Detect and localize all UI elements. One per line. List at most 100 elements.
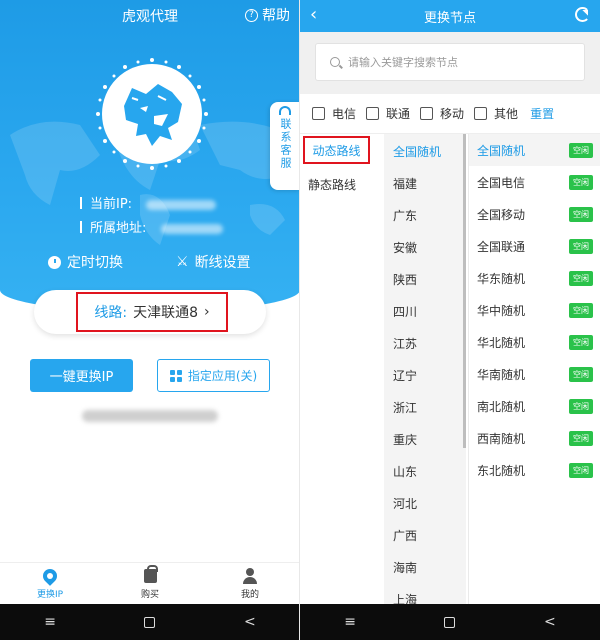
status-badge: 空闲 xyxy=(569,398,593,414)
user-icon xyxy=(242,568,258,584)
node-name: 全国电信 xyxy=(477,175,526,190)
app-select-label: 指定应用(关) xyxy=(187,369,258,383)
location-pin-icon xyxy=(40,566,60,586)
customer-service-tab[interactable]: 联系客服 xyxy=(270,102,300,190)
node-name: 全国随机 xyxy=(477,143,526,158)
home-square-icon[interactable] xyxy=(144,616,156,628)
reconnect-setting-button[interactable]: ⚔ 断线设置 xyxy=(176,252,251,272)
province-scrollbar[interactable] xyxy=(463,134,466,448)
status-badge: 空闲 xyxy=(569,366,593,382)
checkbox-icon xyxy=(366,107,380,120)
tiger-logo xyxy=(102,64,202,164)
carrier-filters: 电信 联通 移动 其他 重置 xyxy=(300,94,600,134)
province-item[interactable]: 四川 xyxy=(393,303,417,320)
tiger-head-icon xyxy=(124,84,182,146)
current-ip-row: 当前IP: xyxy=(80,193,217,212)
node-name: 南北随机 xyxy=(477,399,526,414)
node-row[interactable]: 东北随机 空闲 xyxy=(469,454,600,486)
province-item[interactable]: 浙江 xyxy=(393,399,417,416)
status-badge: 空闲 xyxy=(569,174,593,190)
help-button[interactable]: ? 帮助 xyxy=(245,5,290,25)
node-row[interactable]: 华中随机 空闲 xyxy=(469,294,600,326)
disconnect-icon: ⚔ xyxy=(176,254,189,270)
node-name: 东北随机 xyxy=(477,463,526,478)
timer-switch-button[interactable]: 定时切换 xyxy=(48,252,123,272)
province-item[interactable]: 辽宁 xyxy=(393,367,417,384)
line-selector[interactable]: 线路: 天津联通8 › xyxy=(76,292,228,332)
back-icon[interactable]: < xyxy=(544,614,556,630)
node-name: 华北随机 xyxy=(477,335,526,350)
node-name: 华东随机 xyxy=(477,271,526,286)
node-name: 全国联通 xyxy=(477,239,526,254)
province-item[interactable]: 山东 xyxy=(393,463,417,480)
province-item[interactable]: 重庆 xyxy=(393,431,417,448)
province-item[interactable]: 广西 xyxy=(393,527,417,544)
province-item[interactable]: 河北 xyxy=(393,495,417,512)
node-row[interactable]: 全国移动 空闲 xyxy=(469,198,600,230)
status-badge: 空闲 xyxy=(569,430,593,446)
change-ip-button[interactable]: 一键更换IP xyxy=(30,359,133,392)
province-item[interactable]: 广东 xyxy=(393,207,417,224)
search-icon xyxy=(330,57,340,67)
home-screen: 虎观代理 ? 帮助 当前IP: 所属地址: 定时切换 ⚔ 断线设置 联系客服 线… xyxy=(0,0,300,640)
clock-icon xyxy=(48,255,61,269)
tab-mine-label: 我的 xyxy=(240,590,259,600)
node-name: 华中随机 xyxy=(477,303,526,318)
filter-label: 联通 xyxy=(386,107,411,121)
province-item[interactable]: 全国随机 xyxy=(393,143,441,160)
province-item[interactable]: 陕西 xyxy=(393,271,417,288)
timer-switch-label: 定时切换 xyxy=(67,255,123,271)
apps-grid-icon xyxy=(169,369,182,382)
route-type-column: 动态路线 静态路线 xyxy=(300,134,384,640)
app-select-button[interactable]: 指定应用(关) xyxy=(157,359,270,392)
node-row[interactable]: 华东随机 空闲 xyxy=(469,262,600,294)
province-item[interactable]: 海南 xyxy=(393,559,417,576)
tab-buy[interactable]: 购买 xyxy=(100,563,200,604)
search-input[interactable]: 请输入关键字搜索节点 xyxy=(315,43,585,81)
node-row[interactable]: 全国随机 空闲 xyxy=(469,134,600,166)
tab-mine[interactable]: 我的 xyxy=(200,563,300,604)
search-placeholder: 请输入关键字搜索节点 xyxy=(348,56,458,69)
node-row[interactable]: 华南随机 空闲 xyxy=(469,358,600,390)
route-type-static[interactable]: 静态路线 xyxy=(308,176,356,193)
back-icon[interactable]: < xyxy=(244,614,256,630)
node-name: 西南随机 xyxy=(477,431,526,446)
location-row: 所属地址: xyxy=(80,217,223,236)
status-badge: 空闲 xyxy=(569,238,593,254)
help-label: 帮助 xyxy=(262,8,290,24)
checkbox-icon xyxy=(420,107,434,120)
node-row[interactable]: 全国联通 空闲 xyxy=(469,230,600,262)
refresh-icon[interactable] xyxy=(575,7,590,22)
node-row[interactable]: 全国电信 空闲 xyxy=(469,166,600,198)
system-nav-bar: ≡ < xyxy=(300,604,600,640)
province-item[interactable]: 安徽 xyxy=(393,239,417,256)
status-badge: 空闲 xyxy=(569,142,593,158)
checkbox-icon xyxy=(312,107,325,120)
search-area: 请输入关键字搜索节点 xyxy=(300,32,600,94)
headset-icon xyxy=(279,106,291,115)
line-value: 天津联通8 xyxy=(133,305,199,321)
customer-service-label: 联系客服 xyxy=(279,118,292,170)
tab-change-ip[interactable]: 更换IP xyxy=(0,563,100,604)
node-row[interactable]: 南北随机 空闲 xyxy=(469,390,600,422)
province-item[interactable]: 福建 xyxy=(393,175,417,192)
province-item[interactable]: 江苏 xyxy=(393,335,417,352)
top-bar: ‹ 更换节点 xyxy=(300,0,600,32)
chevron-right-icon: › xyxy=(204,304,210,320)
home-square-icon[interactable] xyxy=(444,616,456,628)
reset-button[interactable]: 重置 xyxy=(530,105,554,122)
menu-icon[interactable]: ≡ xyxy=(44,614,56,630)
question-icon: ? xyxy=(245,8,258,22)
hero-header: 虎观代理 ? 帮助 当前IP: 所属地址: 定时切换 ⚔ 断线设置 xyxy=(0,0,300,312)
filter-mobile[interactable]: 移动 xyxy=(420,105,464,122)
filter-other[interactable]: 其他 xyxy=(474,105,518,122)
route-type-dynamic[interactable]: 动态路线 xyxy=(303,136,370,164)
menu-icon[interactable]: ≡ xyxy=(344,614,356,630)
node-row[interactable]: 华北随机 空闲 xyxy=(469,326,600,358)
node-name: 全国移动 xyxy=(477,207,526,222)
filter-unicom[interactable]: 联通 xyxy=(366,105,410,122)
node-row[interactable]: 西南随机 空闲 xyxy=(469,422,600,454)
location-value-blurred xyxy=(160,223,223,234)
filter-telecom[interactable]: 电信 xyxy=(312,105,356,122)
filter-label: 其他 xyxy=(494,107,519,121)
